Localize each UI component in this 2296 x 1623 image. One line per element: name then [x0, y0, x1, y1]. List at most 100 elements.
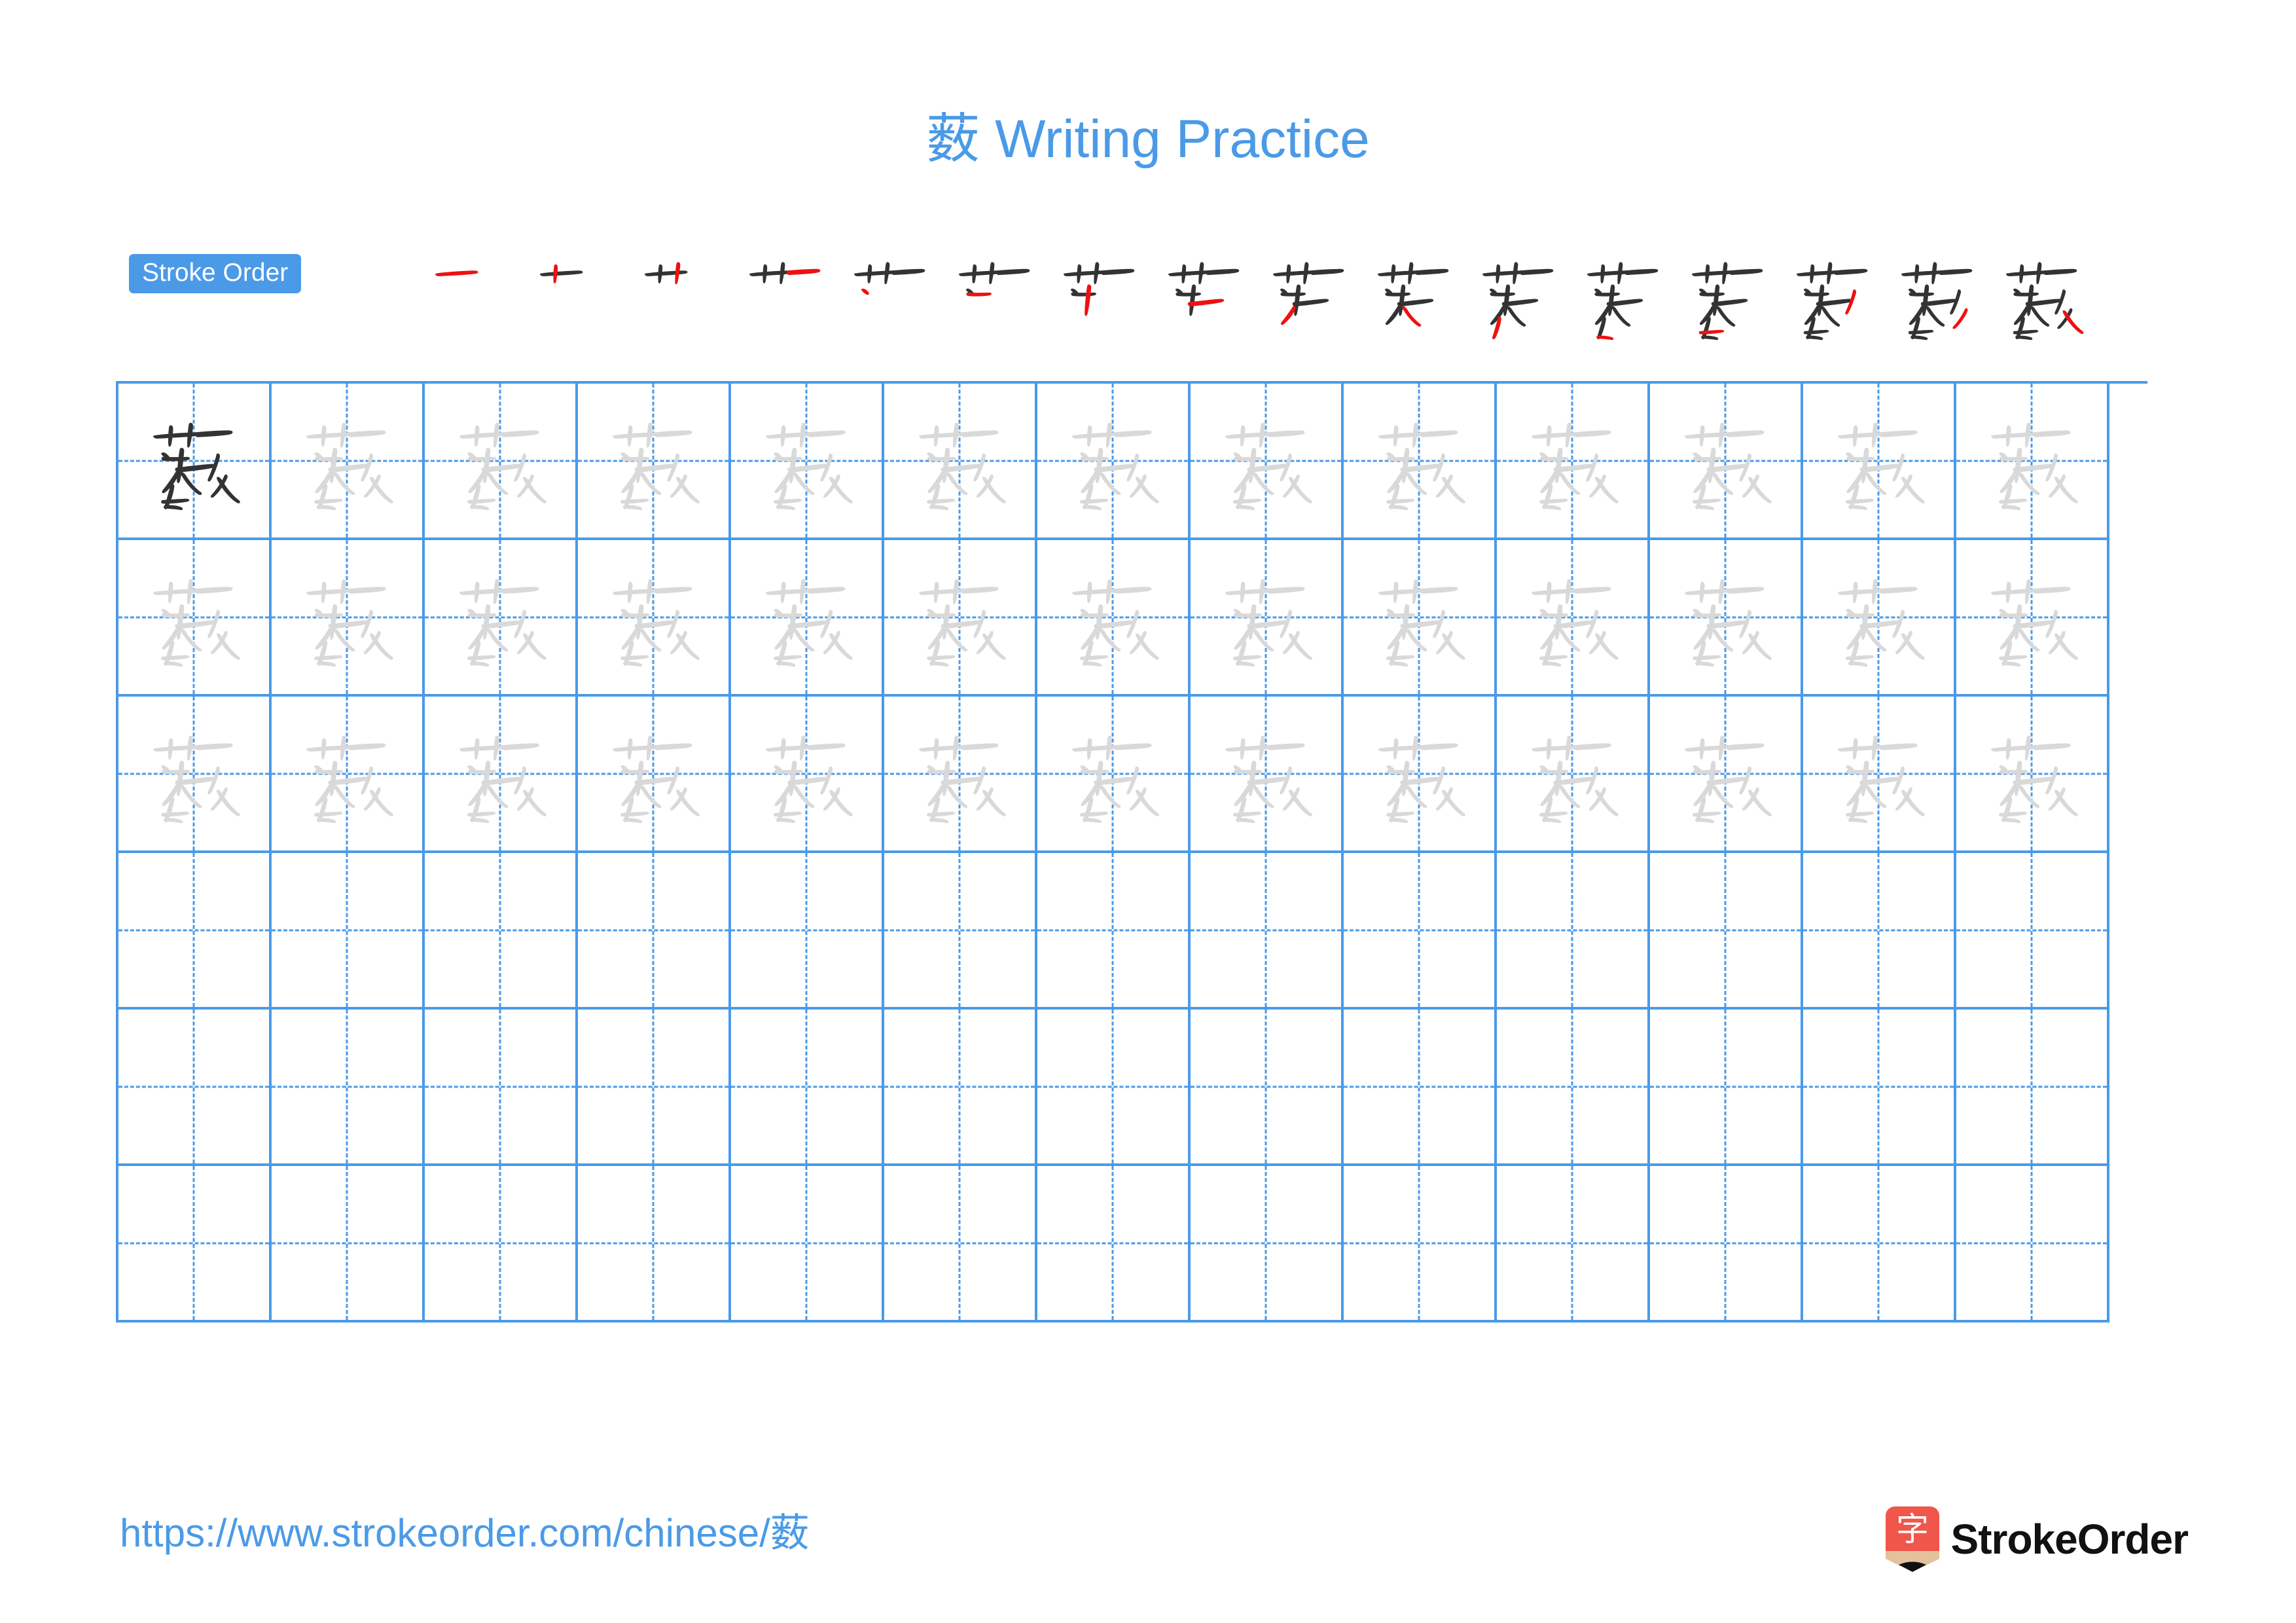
- grid-cell[interactable]: [1803, 1010, 1956, 1166]
- grid-cell[interactable]: [1803, 384, 1956, 540]
- grid-cell[interactable]: [118, 540, 272, 697]
- brand-logo[interactable]: 字 StrokeOrder: [1885, 1503, 2189, 1576]
- grid-cell[interactable]: [1037, 1166, 1191, 1322]
- grid-cell[interactable]: [1497, 540, 1650, 697]
- grid-cell[interactable]: [1037, 853, 1191, 1010]
- grid-cell[interactable]: [425, 384, 578, 540]
- grid-cell[interactable]: [731, 1166, 884, 1322]
- grid-cell[interactable]: [272, 1010, 425, 1166]
- cell-horizontal-guide: [731, 1242, 882, 1244]
- grid-cell[interactable]: [272, 1166, 425, 1322]
- grid-cell[interactable]: [1650, 1010, 1803, 1166]
- grid-cell[interactable]: [884, 1166, 1037, 1322]
- cell-horizontal-guide: [1037, 1085, 1188, 1087]
- cell-horizontal-guide: [1344, 929, 1494, 931]
- trace-character: [1956, 697, 2107, 850]
- grid-cell[interactable]: [425, 1010, 578, 1166]
- grid-cell[interactable]: [1650, 1166, 1803, 1322]
- grid-cell[interactable]: [578, 697, 731, 853]
- grid-cell[interactable]: [731, 384, 884, 540]
- trace-character: [118, 697, 269, 850]
- grid-cell[interactable]: [1191, 1010, 1344, 1166]
- grid-cell[interactable]: [425, 853, 578, 1010]
- grid-cell[interactable]: [118, 1166, 272, 1322]
- grid-cell[interactable]: [1956, 853, 2109, 1010]
- grid-cell[interactable]: [1650, 697, 1803, 853]
- grid-cell[interactable]: [118, 697, 272, 853]
- grid-cell[interactable]: [1650, 540, 1803, 697]
- grid-cell[interactable]: [1956, 697, 2109, 853]
- grid-cell[interactable]: [1497, 697, 1650, 853]
- grid-cell[interactable]: [1956, 540, 2109, 697]
- grid-cell[interactable]: [1344, 384, 1497, 540]
- grid-cell[interactable]: [884, 540, 1037, 697]
- grid-cell[interactable]: [118, 1010, 272, 1166]
- grid-cell[interactable]: [1037, 384, 1191, 540]
- grid-cell[interactable]: [578, 1166, 731, 1322]
- grid-cell[interactable]: [731, 697, 884, 853]
- trace-character: [731, 540, 882, 694]
- trace-character: [118, 540, 269, 694]
- grid-cell[interactable]: [272, 540, 425, 697]
- grid-cell[interactable]: [1344, 1166, 1497, 1322]
- grid-cell[interactable]: [1497, 1010, 1650, 1166]
- stroke-step-11: [1466, 244, 1571, 348]
- trace-character: [578, 540, 728, 694]
- grid-cell[interactable]: [1037, 697, 1191, 853]
- grid-cell[interactable]: [1497, 384, 1650, 540]
- stroke-step-4: [733, 244, 838, 348]
- grid-cell[interactable]: [578, 540, 731, 697]
- grid-cell[interactable]: [731, 853, 884, 1010]
- grid-cell[interactable]: [1956, 1166, 2109, 1322]
- stroke-order-badge: Stroke Order: [129, 254, 302, 293]
- grid-cell[interactable]: [425, 1166, 578, 1322]
- grid-cell[interactable]: [272, 853, 425, 1010]
- grid-cell[interactable]: [1956, 1010, 2109, 1166]
- grid-cell[interactable]: [1803, 1166, 1956, 1322]
- grid-cell[interactable]: [1803, 853, 1956, 1010]
- trace-character: [1344, 697, 1494, 850]
- cell-horizontal-guide: [118, 929, 269, 931]
- grid-cell[interactable]: [884, 1010, 1037, 1166]
- cell-horizontal-guide: [1191, 929, 1341, 931]
- grid-cell[interactable]: [578, 384, 731, 540]
- grid-cell[interactable]: [1037, 540, 1191, 697]
- cell-horizontal-guide: [578, 1085, 728, 1087]
- grid-cell[interactable]: [578, 1010, 731, 1166]
- grid-cell[interactable]: [425, 540, 578, 697]
- grid-cell[interactable]: [1956, 384, 2109, 540]
- grid-cell[interactable]: [1191, 1166, 1344, 1322]
- grid-cell[interactable]: [1803, 697, 1956, 853]
- grid-cell[interactable]: [1191, 853, 1344, 1010]
- grid-cell[interactable]: [272, 697, 425, 853]
- grid-cell[interactable]: [1344, 540, 1497, 697]
- grid-cell[interactable]: [578, 853, 731, 1010]
- grid-cell[interactable]: [1497, 1166, 1650, 1322]
- grid-cell[interactable]: [1037, 1010, 1191, 1166]
- grid-cell[interactable]: [884, 697, 1037, 853]
- grid-cell[interactable]: [1803, 540, 1956, 697]
- grid-cell[interactable]: [1191, 384, 1344, 540]
- trace-character: [884, 697, 1035, 850]
- grid-cell[interactable]: [731, 540, 884, 697]
- grid-cell[interactable]: [884, 384, 1037, 540]
- grid-cell[interactable]: [425, 697, 578, 853]
- grid-cell[interactable]: [272, 384, 425, 540]
- grid-cell[interactable]: [118, 384, 272, 540]
- grid-cell[interactable]: [1344, 1010, 1497, 1166]
- footer-url[interactable]: https://www.strokeorder.com/chinese/薮: [120, 1514, 810, 1553]
- trace-character: [1191, 540, 1341, 694]
- grid-cell[interactable]: [1497, 853, 1650, 1010]
- grid-cell[interactable]: [1344, 697, 1497, 853]
- grid-cell[interactable]: [1344, 853, 1497, 1010]
- grid-cell[interactable]: [884, 853, 1037, 1010]
- grid-cell[interactable]: [731, 1010, 884, 1166]
- grid-cell[interactable]: [1191, 540, 1344, 697]
- cell-horizontal-guide: [1803, 1085, 1954, 1087]
- grid-cell[interactable]: [1191, 697, 1344, 853]
- grid-cell[interactable]: [118, 853, 272, 1010]
- cell-horizontal-guide: [1956, 1085, 2107, 1087]
- cell-horizontal-guide: [1803, 929, 1954, 931]
- grid-cell[interactable]: [1650, 853, 1803, 1010]
- grid-cell[interactable]: [1650, 384, 1803, 540]
